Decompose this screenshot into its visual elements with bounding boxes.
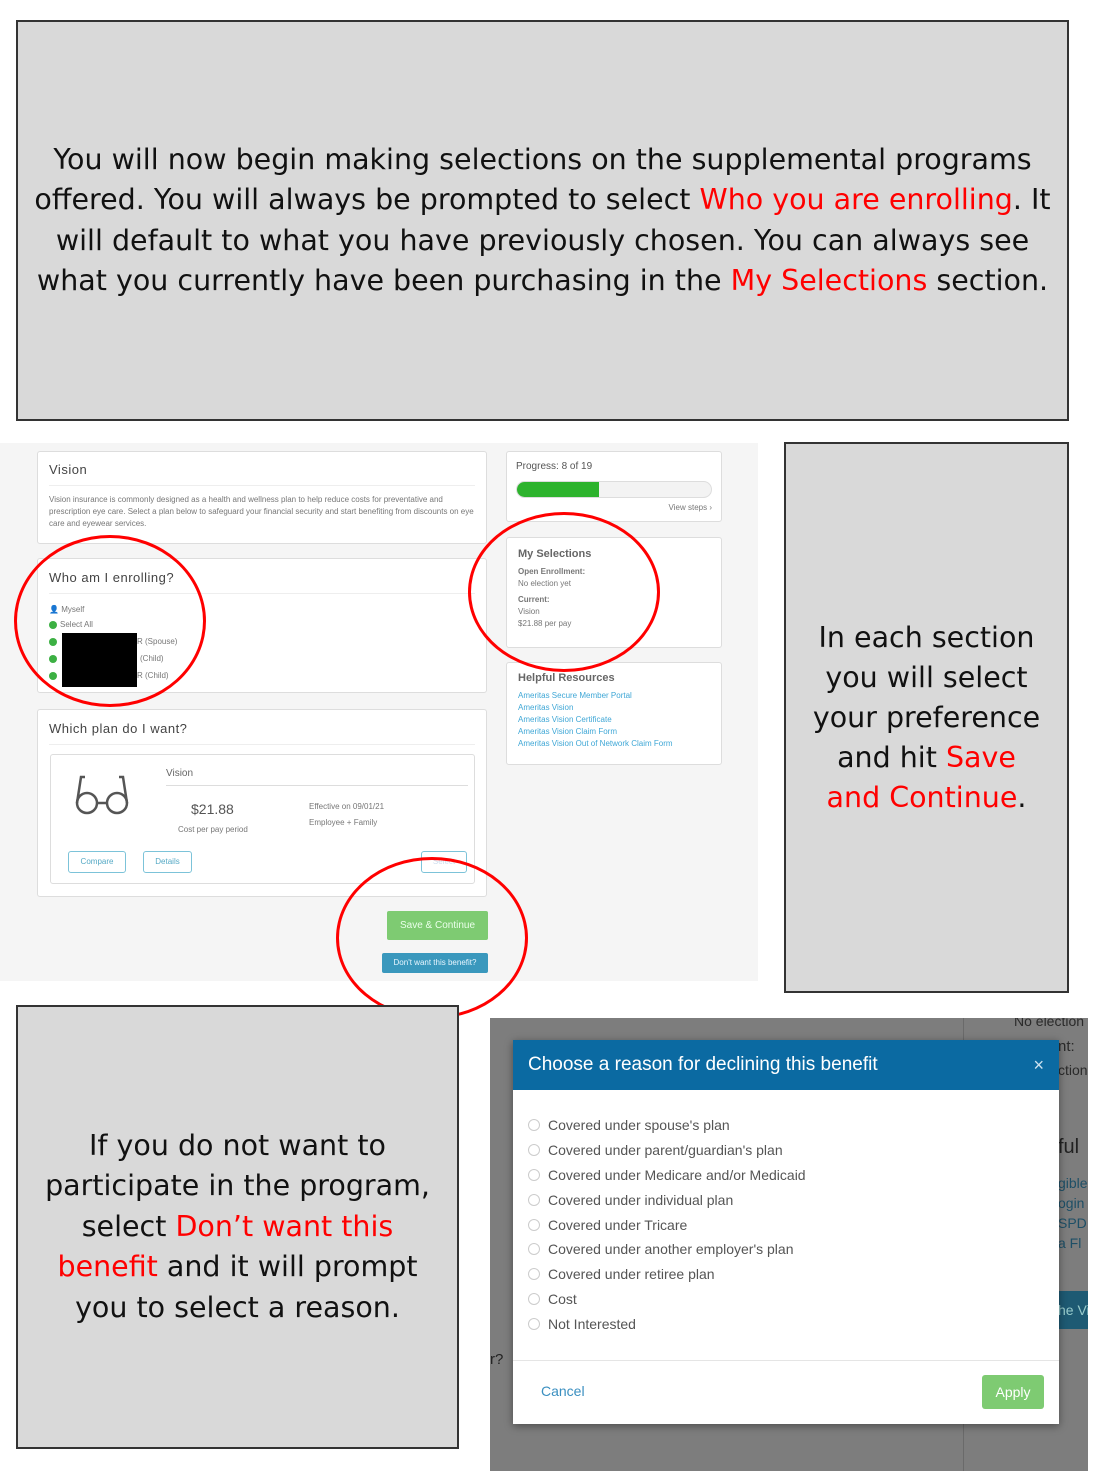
decline-reason-modal: Choose a reason for declining this benef…: [513, 1040, 1059, 1424]
background-text: a Fl: [1058, 1235, 1082, 1251]
reason-label: Not Interested: [548, 1315, 636, 1332]
reason-label: Covered under individual plan: [548, 1191, 734, 1208]
background-text: r?: [490, 1351, 504, 1368]
vision-card: Vision Vision insurance is commonly desi…: [37, 451, 487, 544]
reason-option[interactable]: Covered under individual plan: [528, 1187, 1044, 1212]
reason-option[interactable]: Cost: [528, 1287, 1044, 1312]
background-text: SPD: [1058, 1215, 1087, 1231]
modal-header: Choose a reason for declining this benef…: [513, 1040, 1059, 1090]
glasses-icon: [75, 775, 129, 815]
resource-link[interactable]: Ameritas Vision Claim Form: [518, 726, 710, 738]
radio-button[interactable]: [528, 1144, 540, 1157]
radio-button[interactable]: [528, 1218, 540, 1231]
background-text: No election: [1014, 1018, 1085, 1029]
reason-label: Covered under parent/guardian's plan: [548, 1142, 783, 1159]
background-text: ction: [1058, 1062, 1088, 1078]
highlight-circle-selections: [468, 512, 660, 672]
radio-button[interactable]: [528, 1317, 540, 1330]
save-note-box: In each section you will select your pre…: [784, 442, 1069, 993]
resource-link[interactable]: Ameritas Vision: [518, 702, 710, 714]
reason-label: Covered under Medicare and/or Medicaid: [548, 1166, 806, 1183]
reason-option[interactable]: Covered under parent/guardian's plan: [528, 1138, 1044, 1163]
save-note-text: In each section you will select your pre…: [812, 620, 1041, 814]
resource-link[interactable]: Ameritas Vision Certificate: [518, 714, 710, 726]
resources-card: Helpful Resources Ameritas Secure Member…: [506, 662, 722, 765]
vision-title: Vision: [49, 462, 88, 477]
highlight-circle-enrolling: [14, 535, 206, 707]
progress-bar: [516, 481, 712, 498]
intro-text: You will now begin making selections on …: [34, 142, 1051, 298]
resource-link[interactable]: Ameritas Secure Member Portal: [518, 690, 710, 702]
close-icon[interactable]: ×: [1033, 1055, 1044, 1076]
radio-button[interactable]: [528, 1168, 540, 1181]
radio-button[interactable]: [528, 1193, 540, 1206]
radio-button[interactable]: [528, 1243, 540, 1256]
vision-description: Vision insurance is commonly designed as…: [49, 495, 474, 528]
background-text: he Vi: [1058, 1291, 1088, 1329]
background-text: ful: [1058, 1136, 1080, 1158]
reason-label: Covered under retiree plan: [548, 1266, 715, 1283]
reason-option[interactable]: Covered under retiree plan: [528, 1262, 1044, 1287]
highlight-circle-save: [336, 857, 528, 1019]
reason-label: Covered under spouse's plan: [548, 1117, 730, 1134]
plan-name: Vision: [166, 768, 468, 786]
intro-box: You will now begin making selections on …: [16, 20, 1069, 421]
decline-modal-screenshot: No election nt: ction ful gible ogin SPD…: [490, 1018, 1088, 1471]
reason-option[interactable]: Covered under another employer's plan: [528, 1237, 1044, 1262]
reason-option[interactable]: Covered under Medicare and/or Medicaid: [528, 1163, 1044, 1188]
reason-label: Cost: [548, 1290, 577, 1307]
radio-button[interactable]: [528, 1268, 540, 1281]
view-steps-link[interactable]: View steps ›: [516, 503, 712, 512]
apply-button[interactable]: Apply: [982, 1375, 1044, 1409]
coverage-tier: Employee + Family: [309, 818, 378, 827]
details-button[interactable]: Details: [143, 851, 192, 873]
progress-card: Progress: 8 of 19 View steps ›: [506, 451, 722, 522]
reason-option[interactable]: Covered under Tricare: [528, 1212, 1044, 1237]
price-caption: Cost per pay period: [178, 825, 248, 834]
plan-title: Which plan do I want?: [49, 721, 188, 736]
resources-title: Helpful Resources: [518, 672, 615, 684]
decline-note-box: If you do not want to participate in the…: [16, 1005, 459, 1449]
plan-price: $21.88: [191, 801, 234, 817]
cancel-button[interactable]: Cancel: [541, 1383, 585, 1399]
radio-button[interactable]: [528, 1119, 540, 1132]
reason-option[interactable]: Not Interested: [528, 1311, 1044, 1336]
background-text: gible: [1058, 1175, 1088, 1191]
chevron-right-icon: ›: [709, 503, 712, 512]
resource-link[interactable]: Ameritas Vision Out of Network Claim For…: [518, 738, 710, 750]
modal-title: Choose a reason for declining this benef…: [528, 1054, 878, 1075]
reason-option[interactable]: Covered under spouse's plan: [528, 1113, 1044, 1138]
background-text: ogin: [1058, 1195, 1085, 1211]
reason-label: Covered under another employer's plan: [548, 1241, 794, 1258]
effective-date: Effective on 09/01/21: [309, 802, 385, 811]
compare-button[interactable]: Compare: [68, 851, 126, 873]
reason-label: Covered under Tricare: [548, 1216, 688, 1233]
progress-label: Progress: 8 of 19: [516, 461, 593, 472]
background-text: nt:: [1058, 1038, 1075, 1055]
radio-button[interactable]: [528, 1292, 540, 1305]
decline-note-text: If you do not want to participate in the…: [45, 1128, 430, 1324]
reason-options: Covered under spouse's plan Covered under…: [513, 1090, 1059, 1336]
